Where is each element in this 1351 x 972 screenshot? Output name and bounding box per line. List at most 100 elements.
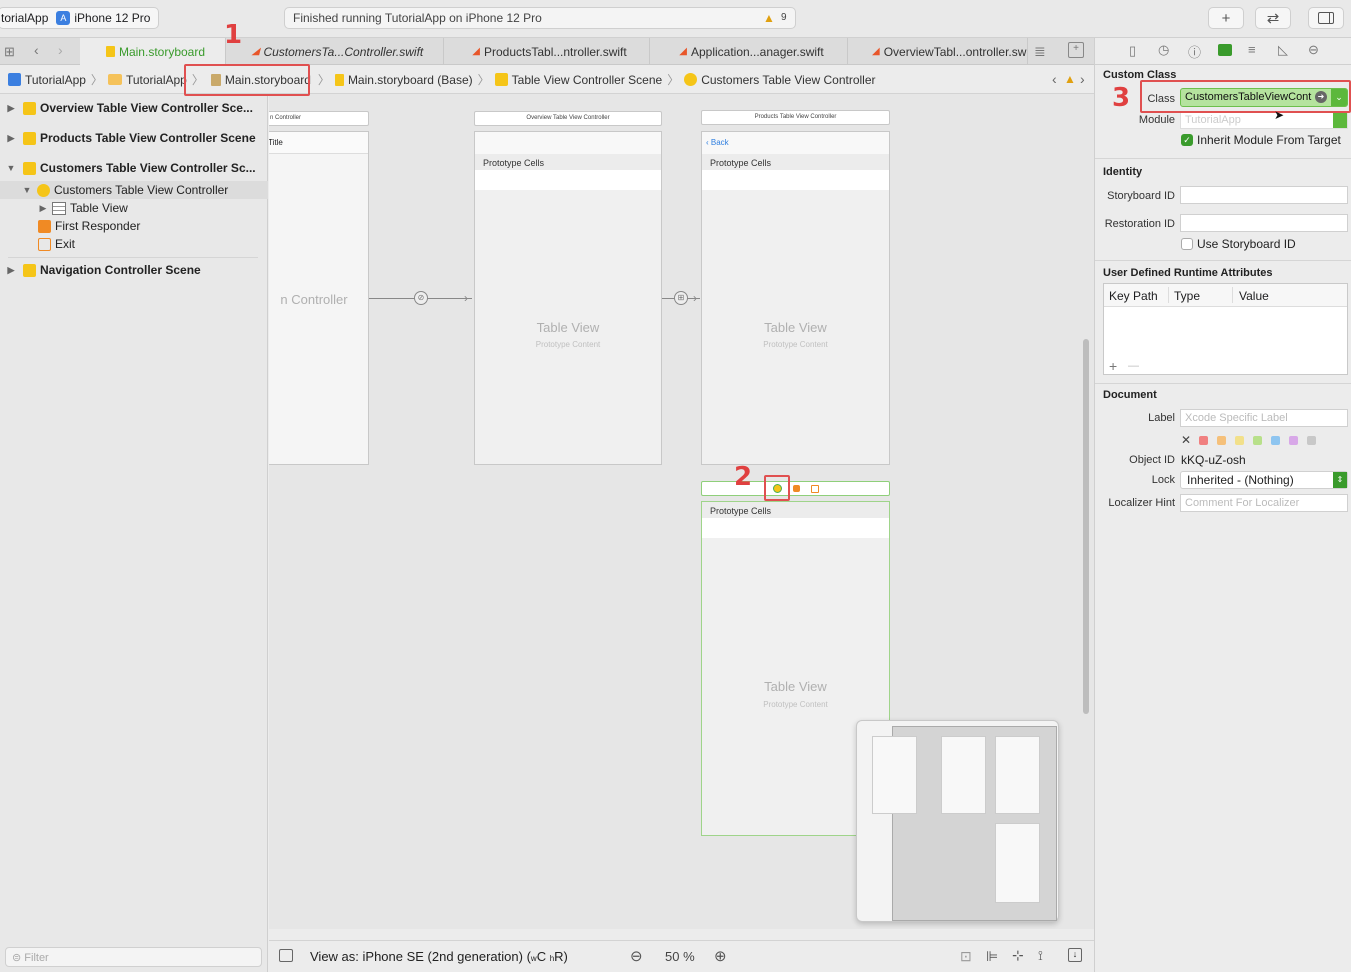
label-color-swatch[interactable] bbox=[1307, 436, 1316, 445]
runtime-attributes-table[interactable]: Key Path Type Value + — bbox=[1103, 283, 1348, 375]
restoration-id-field[interactable] bbox=[1180, 214, 1348, 232]
segue-push-icon[interactable]: ⊞ bbox=[674, 291, 688, 305]
outline-table-view[interactable]: ▶ Table View bbox=[0, 199, 268, 217]
module-dropdown-icon[interactable] bbox=[1333, 112, 1347, 128]
divider bbox=[8, 257, 258, 258]
connections-inspector-icon[interactable]: ⊖ bbox=[1308, 42, 1319, 58]
breadcrumb-storyboard-base[interactable]: Main.storyboard (Base) bbox=[334, 73, 473, 87]
breadcrumb-controller[interactable]: Customers Table View Controller bbox=[684, 73, 876, 87]
tab-products-controller[interactable]: ◢ ProductsTabl...ntroller.swift bbox=[444, 38, 650, 65]
toggle-outline-icon[interactable] bbox=[279, 949, 293, 962]
zoom-in-icon[interactable]: ⊕ bbox=[714, 947, 727, 965]
scheme-selector[interactable]: torialApp A iPhone 12 Pro bbox=[0, 7, 160, 29]
label-color-swatch[interactable] bbox=[1271, 436, 1280, 445]
tab-customers-controller[interactable]: ◢ CustomersTa...Controller.swift bbox=[226, 38, 444, 65]
document-outline: ▶ Overview Table View Controller Sce... … bbox=[0, 94, 268, 972]
grid-icon[interactable]: ⊞ bbox=[4, 44, 15, 60]
file-inspector-icon[interactable]: ▯ bbox=[1129, 43, 1136, 59]
disclosure-down-icon[interactable]: ▼ bbox=[22, 185, 32, 195]
editor-options-icon[interactable]: ≣ bbox=[1034, 43, 1046, 60]
outline-scene-overview[interactable]: ▶ Overview Table View Controller Sce... bbox=[0, 99, 268, 117]
disclosure-right-icon[interactable]: ▶ bbox=[6, 133, 16, 144]
disclosure-right-icon[interactable]: ▶ bbox=[6, 103, 16, 114]
swift-file-icon: ◢ bbox=[472, 46, 480, 57]
canvas-minimap[interactable] bbox=[856, 720, 1059, 922]
clear-color-icon[interactable]: ✕ bbox=[1181, 433, 1191, 447]
segue-relationship-icon[interactable]: ⊘ bbox=[414, 291, 428, 305]
label-color-swatch[interactable] bbox=[1235, 436, 1244, 445]
outline-exit[interactable]: Exit bbox=[0, 235, 268, 253]
update-frames-icon[interactable]: ⊡ bbox=[960, 948, 972, 965]
filter-input[interactable]: ⊜ Filter bbox=[5, 947, 262, 967]
next-issue-icon[interactable]: › bbox=[1080, 71, 1085, 87]
back-button[interactable]: ‹ Back bbox=[702, 132, 889, 154]
use-storyboard-id-checkbox[interactable] bbox=[1181, 238, 1193, 250]
tab-application-manager[interactable]: ◢ Application...anager.swift bbox=[650, 38, 848, 65]
add-editor-icon[interactable]: + bbox=[1068, 42, 1084, 58]
first-responder-dock-icon[interactable] bbox=[793, 485, 800, 492]
outline-first-responder[interactable]: First Responder bbox=[0, 217, 268, 235]
outline-scene-navigation[interactable]: ▶ Navigation Controller Scene bbox=[0, 261, 268, 279]
add-library-button[interactable]: + bbox=[1208, 7, 1244, 29]
storyboard-canvas[interactable]: n Controller Title n Controller ⊘ › Over… bbox=[269, 94, 1094, 929]
forward-nav-icon[interactable]: › bbox=[58, 42, 63, 58]
breadcrumb-folder[interactable]: TutorialApp bbox=[107, 73, 187, 87]
warning-icon[interactable]: ▲ bbox=[763, 11, 775, 25]
label-color-swatch[interactable] bbox=[1289, 436, 1298, 445]
breadcrumb-project[interactable]: TutorialApp bbox=[8, 73, 86, 87]
outline-scene-products[interactable]: ▶ Products Table View Controller Scene bbox=[0, 129, 268, 147]
scene-header-products[interactable]: Products Table View Controller bbox=[701, 110, 890, 125]
remove-attribute-button[interactable]: — bbox=[1128, 360, 1139, 372]
breadcrumb-scene[interactable]: Table View Controller Scene bbox=[494, 73, 662, 87]
zoom-out-icon[interactable]: ⊖ bbox=[630, 947, 643, 965]
scene-products-table[interactable]: ‹ Back Prototype Cells Table View Protot… bbox=[701, 131, 890, 465]
previous-issue-icon[interactable]: ‹ bbox=[1052, 71, 1057, 87]
column-value[interactable]: Value bbox=[1239, 289, 1269, 303]
outline-customers-controller[interactable]: ▼ Customers Table View Controller bbox=[0, 181, 268, 199]
storyboard-id-field[interactable] bbox=[1180, 186, 1348, 204]
add-attribute-button[interactable]: + bbox=[1109, 358, 1117, 374]
warning-icon[interactable]: ▲ bbox=[1064, 72, 1076, 86]
label-color-swatch[interactable] bbox=[1217, 436, 1226, 445]
scene-dock-customers[interactable] bbox=[701, 481, 890, 496]
add-constraints-icon[interactable]: ⊹ bbox=[1012, 947, 1024, 964]
scene-header-navigation[interactable]: n Controller bbox=[269, 111, 369, 126]
scene-overview-table[interactable]: Prototype Cells Table View Prototype Con… bbox=[474, 131, 662, 465]
toggle-inspector-button[interactable] bbox=[1308, 7, 1344, 29]
tab-main-storyboard[interactable]: Main.storyboard bbox=[80, 38, 226, 65]
device-configuration-button[interactable]: View as: iPhone SE (2nd generation) (wC … bbox=[310, 949, 568, 964]
prototype-cell[interactable] bbox=[475, 170, 661, 190]
outline-scene-customers[interactable]: ▼ Customers Table View Controller Sc... bbox=[0, 159, 268, 177]
disclosure-right-icon[interactable]: ▶ bbox=[38, 203, 48, 214]
identity-inspector-icon[interactable] bbox=[1218, 44, 1232, 56]
lock-popup[interactable]: Inherited - (Nothing) ⇕ bbox=[1180, 471, 1348, 489]
warning-count[interactable]: 9 bbox=[781, 12, 787, 23]
inherit-module-checkbox[interactable]: ✓ bbox=[1181, 134, 1193, 146]
label-color-swatch[interactable] bbox=[1199, 436, 1208, 445]
attributes-inspector-icon[interactable]: ≡ bbox=[1248, 42, 1256, 57]
prototype-cell[interactable] bbox=[702, 518, 889, 538]
column-type[interactable]: Type bbox=[1174, 289, 1200, 303]
label-color-swatch[interactable] bbox=[1253, 436, 1262, 445]
disclosure-down-icon[interactable]: ▼ bbox=[6, 163, 16, 173]
doc-label-field[interactable]: Xcode Specific Label bbox=[1180, 409, 1348, 427]
help-inspector-icon[interactable]: ⓘ bbox=[1188, 42, 1201, 61]
tab-overview-controller[interactable]: ◢ OverviewTabl...ontroller.sw bbox=[848, 38, 1028, 65]
back-nav-icon[interactable]: ‹ bbox=[34, 42, 39, 58]
disclosure-right-icon[interactable]: ▶ bbox=[6, 265, 16, 276]
scene-header-overview[interactable]: Overview Table View Controller bbox=[474, 111, 662, 126]
column-key-path[interactable]: Key Path bbox=[1109, 289, 1158, 303]
resolve-issues-icon[interactable]: ⟟ bbox=[1038, 948, 1043, 964]
align-icon[interactable]: ⊫ bbox=[986, 948, 998, 965]
embed-in-icon[interactable]: ↓ bbox=[1068, 948, 1082, 962]
prototype-cell[interactable] bbox=[702, 170, 889, 190]
module-field[interactable]: TutorialApp bbox=[1180, 111, 1348, 129]
scene-navigation-controller[interactable]: Title n Controller bbox=[269, 131, 369, 465]
scene-icon bbox=[22, 101, 36, 115]
code-review-button[interactable]: ⇄ bbox=[1255, 7, 1291, 29]
size-inspector-icon[interactable]: ◺ bbox=[1278, 42, 1288, 58]
exit-dock-icon[interactable] bbox=[811, 485, 819, 493]
vertical-scrollbar[interactable] bbox=[1083, 339, 1089, 714]
history-inspector-icon[interactable]: ◷ bbox=[1158, 42, 1169, 58]
localizer-hint-field[interactable]: Comment For Localizer bbox=[1180, 494, 1348, 512]
